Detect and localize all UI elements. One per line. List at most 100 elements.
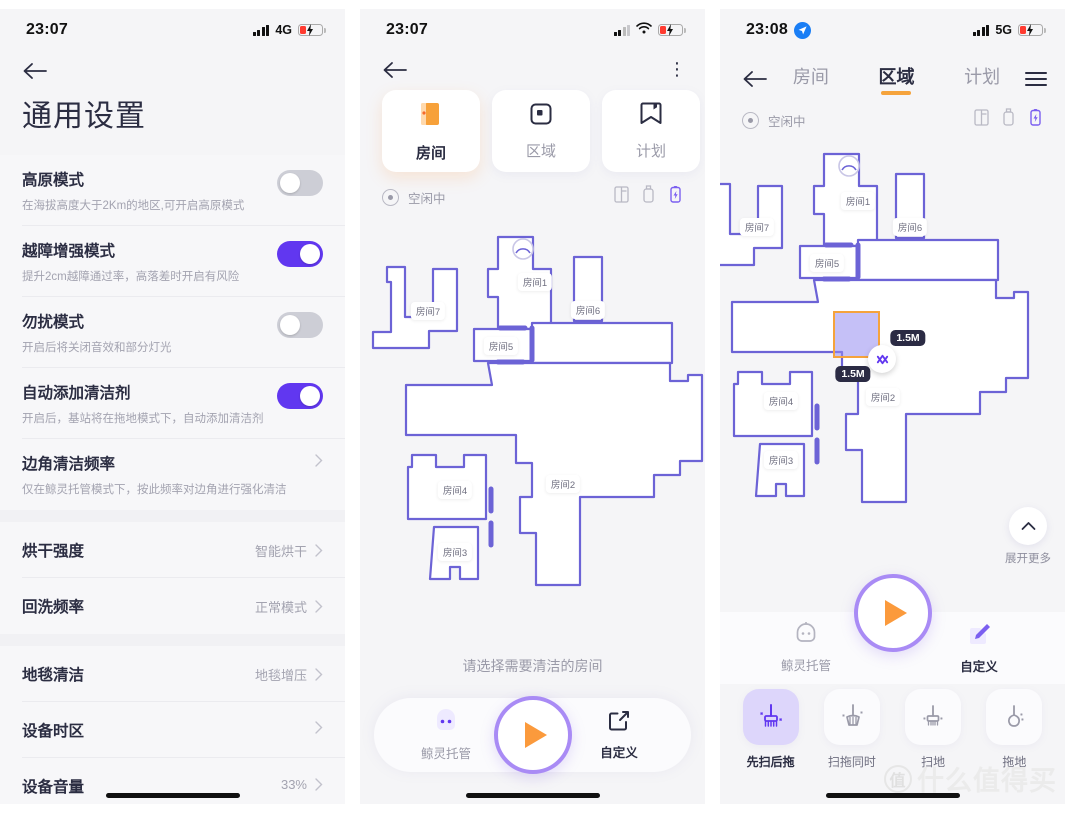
mode-sweep-and-mop[interactable]: 扫拖同时 bbox=[815, 689, 889, 770]
mode-sweep-then-mop[interactable]: 先扫后拖 bbox=[734, 689, 808, 770]
water-tank-icon[interactable] bbox=[1001, 108, 1016, 132]
floor-plan-map[interactable]: 房间7 房间1 房间6 房间5 房间4 房间2 房间3 1.5M 1.5M bbox=[720, 146, 1065, 546]
room-label[interactable]: 房间6 bbox=[892, 218, 928, 236]
setting-value: 智能烘干 bbox=[254, 544, 307, 559]
back-button[interactable] bbox=[742, 69, 768, 89]
edit-square-icon bbox=[607, 709, 631, 738]
tab-card-plans[interactable]: 计划 bbox=[602, 90, 700, 172]
room-label[interactable]: 房间5 bbox=[809, 254, 845, 272]
dock-item-custom[interactable]: 自定义 bbox=[577, 709, 661, 761]
status-time: 23:08 bbox=[746, 21, 788, 38]
expand-more-button[interactable]: 展开更多 bbox=[1005, 507, 1051, 566]
mode-label: 拖地 bbox=[1002, 755, 1027, 769]
mode-label: 扫地 bbox=[921, 755, 946, 769]
app-top-bar: ⋮ bbox=[360, 51, 705, 80]
dock-item-auto-assistant[interactable]: 鲸灵托管 bbox=[764, 621, 848, 674]
start-cleaning-button[interactable] bbox=[493, 696, 572, 774]
chevron-right-icon bbox=[315, 600, 323, 613]
room-label[interactable]: 房间2 bbox=[545, 475, 581, 493]
toggle-plateau-mode[interactable] bbox=[277, 170, 323, 196]
room-label[interactable]: 房间3 bbox=[437, 543, 473, 561]
chevron-right-icon bbox=[315, 668, 323, 681]
bookmark-icon bbox=[640, 101, 662, 131]
status-bar: 23:07 4G bbox=[0, 9, 345, 51]
setting-description: 提升2cm越障通过率，高落差时开启有风险 bbox=[22, 271, 240, 283]
setting-label: 设备音量 bbox=[22, 779, 85, 796]
hamburger-menu-icon[interactable] bbox=[1025, 71, 1047, 87]
battery-icon bbox=[1018, 23, 1046, 37]
tab-card-zones[interactable]: 区域 bbox=[492, 90, 590, 172]
tab-zones[interactable]: 区域 bbox=[878, 63, 914, 95]
room-label[interactable]: 房间3 bbox=[763, 451, 799, 469]
start-cleaning-button[interactable] bbox=[853, 574, 932, 652]
room-label[interactable]: 房间2 bbox=[865, 388, 901, 406]
setting-row-dry-intensity[interactable]: 烘干强度 智能烘干 bbox=[0, 522, 345, 578]
tab-card-rooms[interactable]: 房间 bbox=[382, 90, 480, 172]
setting-label: 勿扰模式 bbox=[22, 314, 85, 331]
setting-label: 设备时区 bbox=[22, 723, 85, 740]
setting-value: 地毯增压 bbox=[254, 668, 307, 683]
room-label[interactable]: 房间7 bbox=[410, 302, 446, 320]
room-label[interactable]: 房间4 bbox=[437, 481, 473, 499]
tab-rooms[interactable]: 房间 bbox=[793, 63, 829, 95]
consumable-status-icons bbox=[614, 185, 683, 209]
device-status-line: 空闲中 bbox=[720, 95, 1065, 132]
chevron-up-icon bbox=[1009, 507, 1047, 545]
setting-row-do-not-disturb[interactable]: 勿扰模式 开启后将关闭音效和部分灯光 bbox=[0, 297, 345, 368]
tab-plans[interactable]: 计划 bbox=[964, 63, 1000, 95]
setting-label: 烘干强度 bbox=[22, 543, 85, 560]
room-label[interactable]: 房间1 bbox=[517, 273, 553, 291]
toggle-obstacle-boost[interactable] bbox=[277, 241, 323, 267]
dock-item-auto-assistant[interactable]: 鲸灵托管 bbox=[404, 708, 488, 762]
setting-label: 高原模式 bbox=[22, 172, 85, 189]
status-indicators: 5G bbox=[972, 23, 1046, 37]
consumable-status-icons bbox=[974, 108, 1043, 132]
setting-row-corner-frequency[interactable]: 边角清洁频率 仅在鲸灵托管模式下，按此频率对边角进行强化清洁 bbox=[0, 439, 345, 510]
floor-plan-map[interactable]: 房间7 房间1 房间6 房间5 房间4 房间2 房间3 bbox=[360, 227, 705, 627]
top-tabs: 房间 区域 计划 bbox=[768, 63, 1025, 95]
edit-pen-icon bbox=[966, 621, 992, 652]
toggle-auto-detergent[interactable] bbox=[277, 383, 323, 409]
room-label[interactable]: 房间1 bbox=[840, 192, 876, 210]
back-button[interactable] bbox=[0, 51, 345, 81]
status-time: 23:07 bbox=[26, 21, 68, 38]
dustbin-icon[interactable] bbox=[974, 108, 989, 132]
room-label[interactable]: 房间4 bbox=[763, 392, 799, 410]
battery-station-icon[interactable] bbox=[1028, 108, 1043, 132]
setting-row-auto-detergent[interactable]: 自动添加清洁剂 开启后，基站将在拖地模式下，自动添加清洁剂 bbox=[0, 368, 345, 439]
chevron-right-icon bbox=[315, 544, 323, 557]
dock-item-custom[interactable]: 自定义 bbox=[937, 621, 1021, 675]
dustbin-icon[interactable] bbox=[614, 185, 629, 209]
setting-row-rewash-frequency[interactable]: 回洗频率 正常模式 bbox=[0, 578, 345, 634]
room-label[interactable]: 房间6 bbox=[570, 301, 606, 319]
toggle-do-not-disturb[interactable] bbox=[277, 312, 323, 338]
selection-hint: 请选择需要清洁的房间 bbox=[462, 658, 603, 674]
kebab-menu-icon[interactable]: ⋮ bbox=[668, 59, 687, 80]
status-bar: 23:07 bbox=[360, 9, 705, 51]
rotate-resize-icon[interactable] bbox=[868, 345, 896, 373]
room-label[interactable]: 房间7 bbox=[739, 218, 775, 236]
charging-bolt-icon bbox=[666, 24, 674, 39]
setting-row-plateau-mode[interactable]: 高原模式 在海拔高度大于2Km的地区,可开启高原模式 bbox=[0, 155, 345, 226]
back-button[interactable] bbox=[382, 60, 408, 80]
chevron-right-icon bbox=[315, 778, 323, 791]
setting-row-device-timezone[interactable]: 设备时区 bbox=[0, 702, 345, 758]
water-tank-icon[interactable] bbox=[641, 185, 656, 209]
tab-card-label: 区域 bbox=[525, 142, 556, 160]
sweep-icon bbox=[905, 689, 962, 745]
cleaning-mode-selector: 先扫后拖 扫拖同时 扫地 拖地 bbox=[720, 689, 1065, 770]
location-arrow-icon bbox=[793, 21, 811, 39]
mode-mop[interactable]: 拖地 bbox=[977, 689, 1051, 770]
setting-row-obstacle-boost[interactable]: 越障增强模式 提升2cm越障通过率，高落差时开启有风险 bbox=[0, 226, 345, 297]
cellular-signal-icon bbox=[972, 24, 990, 36]
page-title: 通用设置 bbox=[22, 100, 146, 133]
mode-sweep[interactable]: 扫地 bbox=[896, 689, 970, 770]
room-label[interactable]: 房间5 bbox=[483, 337, 519, 355]
door-icon bbox=[418, 100, 444, 133]
setting-label: 自动添加清洁剂 bbox=[22, 385, 131, 402]
battery-station-icon[interactable] bbox=[668, 185, 683, 209]
zone-height-label: 1.5M bbox=[835, 366, 871, 382]
home-indicator bbox=[105, 793, 240, 798]
status-time: 23:07 bbox=[386, 21, 428, 38]
setting-row-carpet-cleaning[interactable]: 地毯清洁 地毯增压 bbox=[0, 646, 345, 702]
